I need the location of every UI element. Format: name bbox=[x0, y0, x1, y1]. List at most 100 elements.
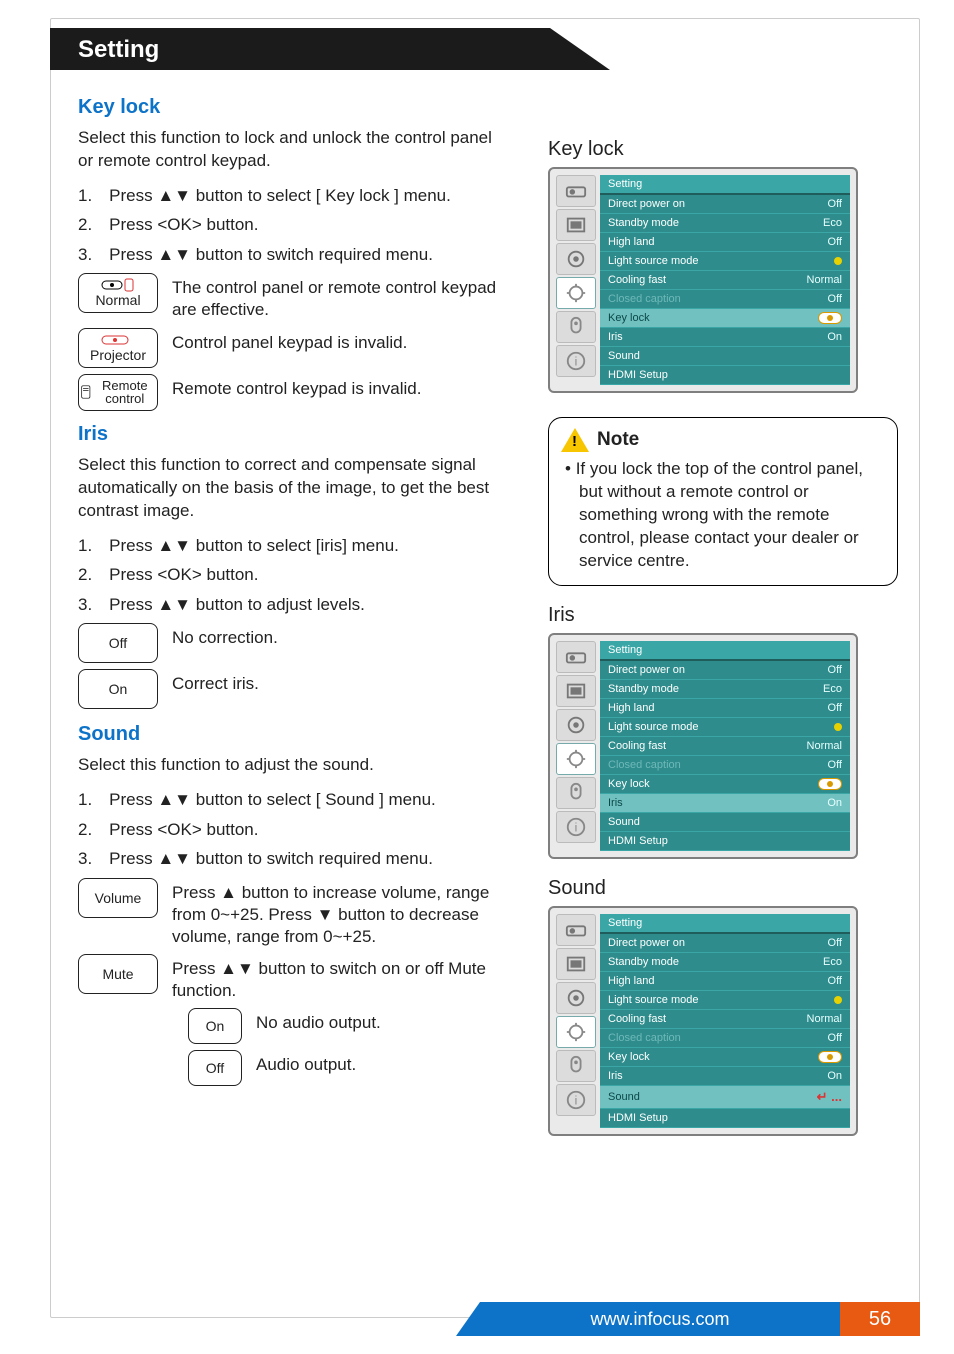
osd-row-label: Closed caption bbox=[608, 759, 681, 771]
heading-iris: Iris bbox=[78, 423, 508, 446]
osd-row-label: Closed caption bbox=[608, 293, 681, 305]
right-iris-title: Iris bbox=[548, 604, 898, 627]
iris-option-on-row: On Correct iris. bbox=[78, 669, 508, 709]
note-item-text: If you lock the top of the control panel… bbox=[576, 459, 863, 570]
osd-row: Direct power onOff bbox=[600, 934, 850, 953]
note-head: Note bbox=[561, 428, 885, 452]
osd-row: Cooling fastNormal bbox=[600, 737, 850, 756]
warning-icon bbox=[561, 428, 589, 452]
osd-row: Standby modeEco bbox=[600, 680, 850, 699]
osd-row: Direct power onOff bbox=[600, 195, 850, 214]
osd-tab-icon bbox=[556, 1050, 596, 1082]
osd-menu-title: Setting bbox=[600, 641, 850, 661]
osd-tab-icon bbox=[556, 743, 596, 775]
sound-option-volume-label: Volume bbox=[95, 890, 142, 906]
keylock-step-2: 2. Press <OK> button. bbox=[78, 212, 508, 238]
osd-row: High landOff bbox=[600, 233, 850, 252]
osd-row: Key lock bbox=[600, 775, 850, 794]
osd-menu-title: Setting bbox=[600, 914, 850, 934]
osd-row-label: Sound bbox=[608, 1091, 640, 1103]
mute-sub-off: Off bbox=[188, 1050, 242, 1086]
iris-step-1: 1. Press ▲▼ button to select [iris] menu… bbox=[78, 533, 508, 559]
heading-sound: Sound bbox=[78, 723, 508, 746]
osd-menu-title: Setting bbox=[600, 175, 850, 195]
osd-row-label: Direct power on bbox=[608, 937, 685, 949]
osd-row: Closed captionOff bbox=[600, 290, 850, 309]
osd-tab-icon: i bbox=[556, 811, 596, 843]
osd-row: Key lock bbox=[600, 1048, 850, 1067]
osd-row-label: High land bbox=[608, 975, 654, 987]
osd-tab-icon bbox=[556, 777, 596, 809]
osd-tab-icon bbox=[556, 914, 596, 946]
osd-row-label: Light source mode bbox=[608, 721, 699, 733]
osd-tab-icon bbox=[556, 277, 596, 309]
note-title: Note bbox=[597, 429, 639, 451]
osd-row-label: HDMI Setup bbox=[608, 369, 668, 381]
osd-tab-icon bbox=[556, 675, 596, 707]
osd-row: Standby modeEco bbox=[600, 953, 850, 972]
osd-row: Sound bbox=[600, 347, 850, 366]
svg-text:i: i bbox=[575, 1093, 578, 1107]
left-column: Key lock Select this function to lock an… bbox=[78, 90, 508, 1154]
mute-sub-off-row: Off Audio output. bbox=[188, 1050, 508, 1086]
osd-row-label: Sound bbox=[608, 350, 640, 362]
keylock-option-normal-desc: The control panel or remote control keyp… bbox=[172, 273, 508, 321]
sound-step-3: 3. Press ▲▼ button to switch required me… bbox=[78, 846, 508, 872]
osd-row: Key lock bbox=[600, 309, 850, 328]
osd-row: Sound bbox=[600, 813, 850, 832]
iris-option-off-row: Off No correction. bbox=[78, 623, 508, 663]
osd-tab-icon bbox=[556, 1016, 596, 1048]
iris-option-off-label: Off bbox=[109, 635, 127, 651]
sound-intro: Select this function to adjust the sound… bbox=[78, 754, 508, 777]
mute-sub-on-desc: No audio output. bbox=[256, 1008, 508, 1034]
osd-row-label: Closed caption bbox=[608, 1032, 681, 1044]
mute-sub-on: On bbox=[188, 1008, 242, 1044]
osd-row-label: Iris bbox=[608, 331, 623, 343]
mute-sub-on-row: On No audio output. bbox=[188, 1008, 508, 1044]
keylock-step-1: 1. Press ▲▼ button to select [ Key lock … bbox=[78, 183, 508, 209]
osd-row-label: HDMI Setup bbox=[608, 1112, 668, 1124]
osd-row: HDMI Setup bbox=[600, 832, 850, 851]
iris-option-on-label: On bbox=[109, 681, 128, 697]
sound-step-1: 1. Press ▲▼ button to select [ Sound ] m… bbox=[78, 787, 508, 813]
iris-option-on: On bbox=[78, 669, 158, 709]
keylock-step-3: 3. Press ▲▼ button to switch required me… bbox=[78, 242, 508, 268]
osd-sound: i SettingDirect power onOffStandby modeEc… bbox=[548, 906, 858, 1136]
iris-intro: Select this function to correct and comp… bbox=[78, 454, 508, 523]
sound-option-volume-row: Volume Press ▲ button to increase volume… bbox=[78, 878, 508, 948]
osd-row: Light source mode bbox=[600, 718, 850, 737]
osd-tab-icon bbox=[556, 175, 596, 207]
osd-row: Standby modeEco bbox=[600, 214, 850, 233]
right-sound-title: Sound bbox=[548, 877, 898, 900]
osd-row: High landOff bbox=[600, 699, 850, 718]
osd-row: Cooling fastNormal bbox=[600, 1010, 850, 1029]
footer: www.infocus.com 56 bbox=[50, 1302, 920, 1336]
osd-row: HDMI Setup bbox=[600, 1109, 850, 1128]
mute-sub-off-label: Off bbox=[206, 1060, 224, 1076]
osd-tab-icon bbox=[556, 209, 596, 241]
osd-row-label: Sound bbox=[608, 816, 640, 828]
osd-row-label: Key lock bbox=[608, 312, 650, 324]
osd-row: High landOff bbox=[600, 972, 850, 991]
osd-row-label: Cooling fast bbox=[608, 274, 666, 286]
osd-row: IrisOn bbox=[600, 794, 850, 813]
osd-tab-icon bbox=[556, 243, 596, 275]
right-keylock-title: Key lock bbox=[548, 138, 898, 161]
osd-row: Light source mode bbox=[600, 991, 850, 1010]
osd-row-label: Cooling fast bbox=[608, 1013, 666, 1025]
osd-row: IrisOn bbox=[600, 328, 850, 347]
osd-row-label: Direct power on bbox=[608, 198, 685, 210]
osd-tab-icon bbox=[556, 641, 596, 673]
osd-row-label: High land bbox=[608, 236, 654, 248]
sound-option-mute-label: Mute bbox=[102, 966, 133, 982]
page-title: Setting bbox=[50, 28, 550, 64]
osd-row-label: Direct power on bbox=[608, 664, 685, 676]
osd-tab-icon bbox=[556, 948, 596, 980]
footer-page: 56 bbox=[840, 1302, 920, 1336]
heading-keylock: Key lock bbox=[78, 96, 508, 119]
keylock-option-remote-row: Remote control Remote control keypad is … bbox=[78, 374, 508, 411]
header-tab: Setting bbox=[50, 28, 550, 70]
osd-row-label: Iris bbox=[608, 1070, 623, 1082]
osd-row-label: Light source mode bbox=[608, 255, 699, 267]
osd-row-label: Key lock bbox=[608, 1051, 650, 1063]
